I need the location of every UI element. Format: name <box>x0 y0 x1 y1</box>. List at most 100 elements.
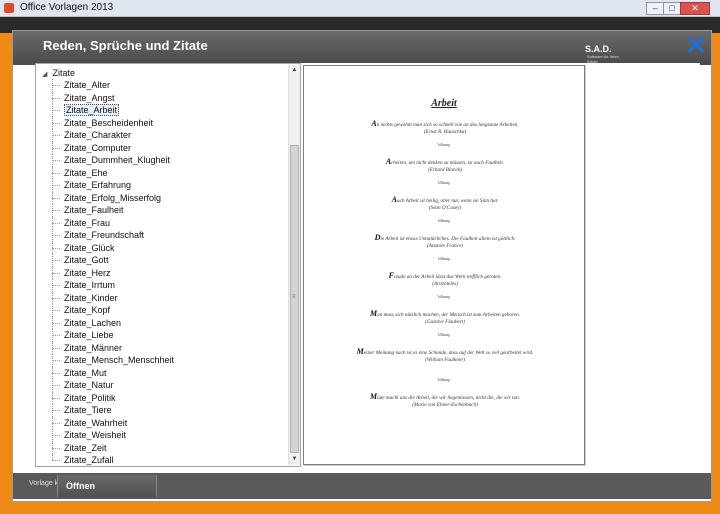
quotes-dialog: Reden, Sprüche und Zitate S.A.D. Softwar… <box>12 30 712 502</box>
collapse-icon[interactable]: ◢ <box>42 69 50 81</box>
tree-item[interactable]: Zitate_Angst <box>52 91 174 104</box>
tree-scrollbar[interactable]: ▲ ≡ ▼ <box>288 65 300 465</box>
quote-author: (Aristoteles) <box>432 281 458 287</box>
tree-item[interactable]: Zitate_Natur <box>52 379 174 392</box>
tree-connector <box>52 297 60 299</box>
quote-separator: ᵬᵭᵮᵯᵰᵱ <box>437 256 451 261</box>
tree-item-label: Zitate_Glück <box>64 242 115 253</box>
tree-item-label: Zitate_Herz <box>64 267 111 278</box>
quote-separator: ᵬᵭᵮᵯᵰᵱ <box>437 218 451 223</box>
tree-connector <box>52 410 60 411</box>
window-close-button[interactable]: ✕ <box>680 2 710 15</box>
tree-item[interactable]: Zitate_Arbeit <box>52 104 174 117</box>
tree-item[interactable]: Zitate_Gott <box>52 254 174 267</box>
quote-separator: ᵬᵭᵮᵯᵰᵱ <box>437 377 451 382</box>
tree-item-label: Zitate_Weisheit <box>64 430 126 440</box>
tree-item[interactable]: Zitate_Mensch_Menschheit <box>52 354 174 367</box>
tree-item-label: Zitate_Lachen <box>64 317 122 328</box>
tree-item[interactable]: Zitate_Männer <box>52 341 174 354</box>
quote-text: reude an der Arbeit lässt das Werk treff… <box>393 274 502 280</box>
tree-item[interactable]: Zitate_Computer <box>52 141 174 154</box>
tree-item-label: Zitate_Wahrheit <box>64 417 128 428</box>
quote-text: rbeiten, um nicht denken zu müssen, ist … <box>391 160 505 166</box>
tree-item[interactable]: Zitate_Erfahrung <box>52 179 174 192</box>
scroll-thumb[interactable]: ≡ <box>290 145 299 453</box>
tree-item[interactable]: Zitate_Glück <box>52 241 174 254</box>
tree-connector <box>52 247 60 249</box>
quote-author: (Sean O'Casey) <box>428 205 462 211</box>
tree-connector <box>52 185 60 186</box>
preview-title: Arbeit <box>431 98 457 109</box>
tree-connector <box>52 335 60 336</box>
tree-connector <box>52 260 60 261</box>
tree-item[interactable]: Zitate_Irrtum <box>52 279 174 292</box>
tree-connector <box>52 422 60 424</box>
tree-item[interactable]: Zitate_Wahrheit <box>52 416 174 429</box>
quote-separator: ᵬᵭᵮᵯᵰᵱ <box>437 142 451 147</box>
logo-text: S.A.D. <box>585 44 612 54</box>
tree-connector <box>52 460 60 461</box>
tree-connector <box>52 172 60 174</box>
tree-connector <box>52 235 60 236</box>
quote-text: ie Arbeit ist etwas Unnatürliches. Die F… <box>380 236 516 242</box>
tree-item[interactable]: Zitate_Charakter <box>52 129 174 142</box>
maximize-button[interactable]: □ <box>663 2 681 15</box>
quote-author: (Ernst R. Hauschka) <box>423 129 467 135</box>
scroll-down-arrow-icon[interactable]: ▼ <box>289 454 300 465</box>
tree-item[interactable]: Zitate_Zeit <box>52 441 174 454</box>
tree-connector <box>52 85 60 86</box>
quote-block: Auch Arbeit ist heilig, aber nur, wenn s… <box>322 196 568 212</box>
scroll-up-arrow-icon[interactable]: ▲ <box>289 65 300 76</box>
tree-item[interactable]: Zitate_Faulheit <box>52 204 174 217</box>
tree-connector <box>52 110 60 111</box>
template-tree: ◢ Zitate Zitate_Alter Zitate_Angst Zitate_… <box>35 63 301 467</box>
quote-block: An nichts gewöhnt man sich so schnell wi… <box>322 120 568 136</box>
scroll-grip-icon: ≡ <box>292 294 296 300</box>
tree-connector <box>52 97 60 99</box>
tree-item[interactable]: Zitate_Lachen <box>52 316 174 329</box>
sad-logo: S.A.D. Software für Ihren Erfolg <box>585 40 625 64</box>
tree-item[interactable]: Zitate_Herz <box>52 266 174 279</box>
tree-item[interactable]: Zitate_Zufall <box>52 454 174 466</box>
tree-root-node[interactable]: ◢ Zitate <box>42 67 75 79</box>
tree-item[interactable]: Zitate_Politik <box>52 391 174 404</box>
quote-author: (Erhard Blanck) <box>428 167 462 173</box>
tree-item-label: Zitate_Politik <box>64 392 116 403</box>
tree-item[interactable]: Zitate_Bescheidenheit <box>52 116 174 129</box>
tree-item-label: Zitate_Erfahrung <box>64 180 132 190</box>
tree-item[interactable]: Zitate_Tiere <box>52 404 174 417</box>
dialog-close-icon[interactable]: ✕ <box>681 31 711 59</box>
dialog-content: ◢ Zitate Zitate_Alter Zitate_Angst Zitate_… <box>35 63 700 467</box>
minimize-button[interactable]: – <box>646 2 664 15</box>
tree-item[interactable]: Zitate_Mut <box>52 366 174 379</box>
tree-item-label: Zitate_Natur <box>64 380 114 390</box>
window-titlebar: Office Vorlagen 2013 – □ ✕ <box>0 0 720 17</box>
tree-item[interactable]: Zitate_Kopf <box>52 304 174 317</box>
dialog-header: Reden, Sprüche und Zitate S.A.D. Softwar… <box>13 31 711 65</box>
quote-block: Meiner Meinung nach ist es eine Schande,… <box>322 348 568 364</box>
tree-item[interactable]: Zitate_Liebe <box>52 329 174 342</box>
tree-item[interactable]: Zitate_Ehe <box>52 166 174 179</box>
tree-connector <box>52 372 60 374</box>
tree-item-label: Zitate_Tiere <box>64 405 112 415</box>
quote-text: üde macht uns die Arbeit, die wir liegen… <box>377 395 520 401</box>
tree-connector <box>52 160 60 161</box>
quote-text: einer Meinung nach ist es eine Schande, … <box>363 350 534 356</box>
tree-item[interactable]: Zitate_Dummheit_Klugheit <box>52 154 174 167</box>
tree-item[interactable]: Zitate_Erfolg_Misserfolg <box>52 191 174 204</box>
quote-initial: M <box>356 347 364 356</box>
tree-connector <box>52 322 60 324</box>
tree-connector <box>52 197 60 199</box>
tree-item[interactable]: Zitate_Kinder <box>52 291 174 304</box>
tree-item-label: Zitate_Zeit <box>64 442 107 453</box>
quote-text: uch Arbeit ist heilig, aber nur, wenn si… <box>397 198 499 204</box>
tree-item[interactable]: Zitate_Weisheit <box>52 429 174 442</box>
quote-author: (Anatole France) <box>427 243 463 249</box>
tree-item[interactable]: Zitate_Freundschaft <box>52 229 174 242</box>
quote-separator: ᵬᵭᵮᵯᵰᵱ <box>437 180 451 185</box>
tree-item[interactable]: Zitate_Alter <box>52 79 174 92</box>
tree-item[interactable]: Zitate_Frau <box>52 216 174 229</box>
open-button[interactable]: Öffnen <box>57 475 157 497</box>
tree-item-label: Zitate_Kopf <box>64 305 111 315</box>
tree-item-label: Zitate_Dummheit_Klugheit <box>64 155 171 165</box>
